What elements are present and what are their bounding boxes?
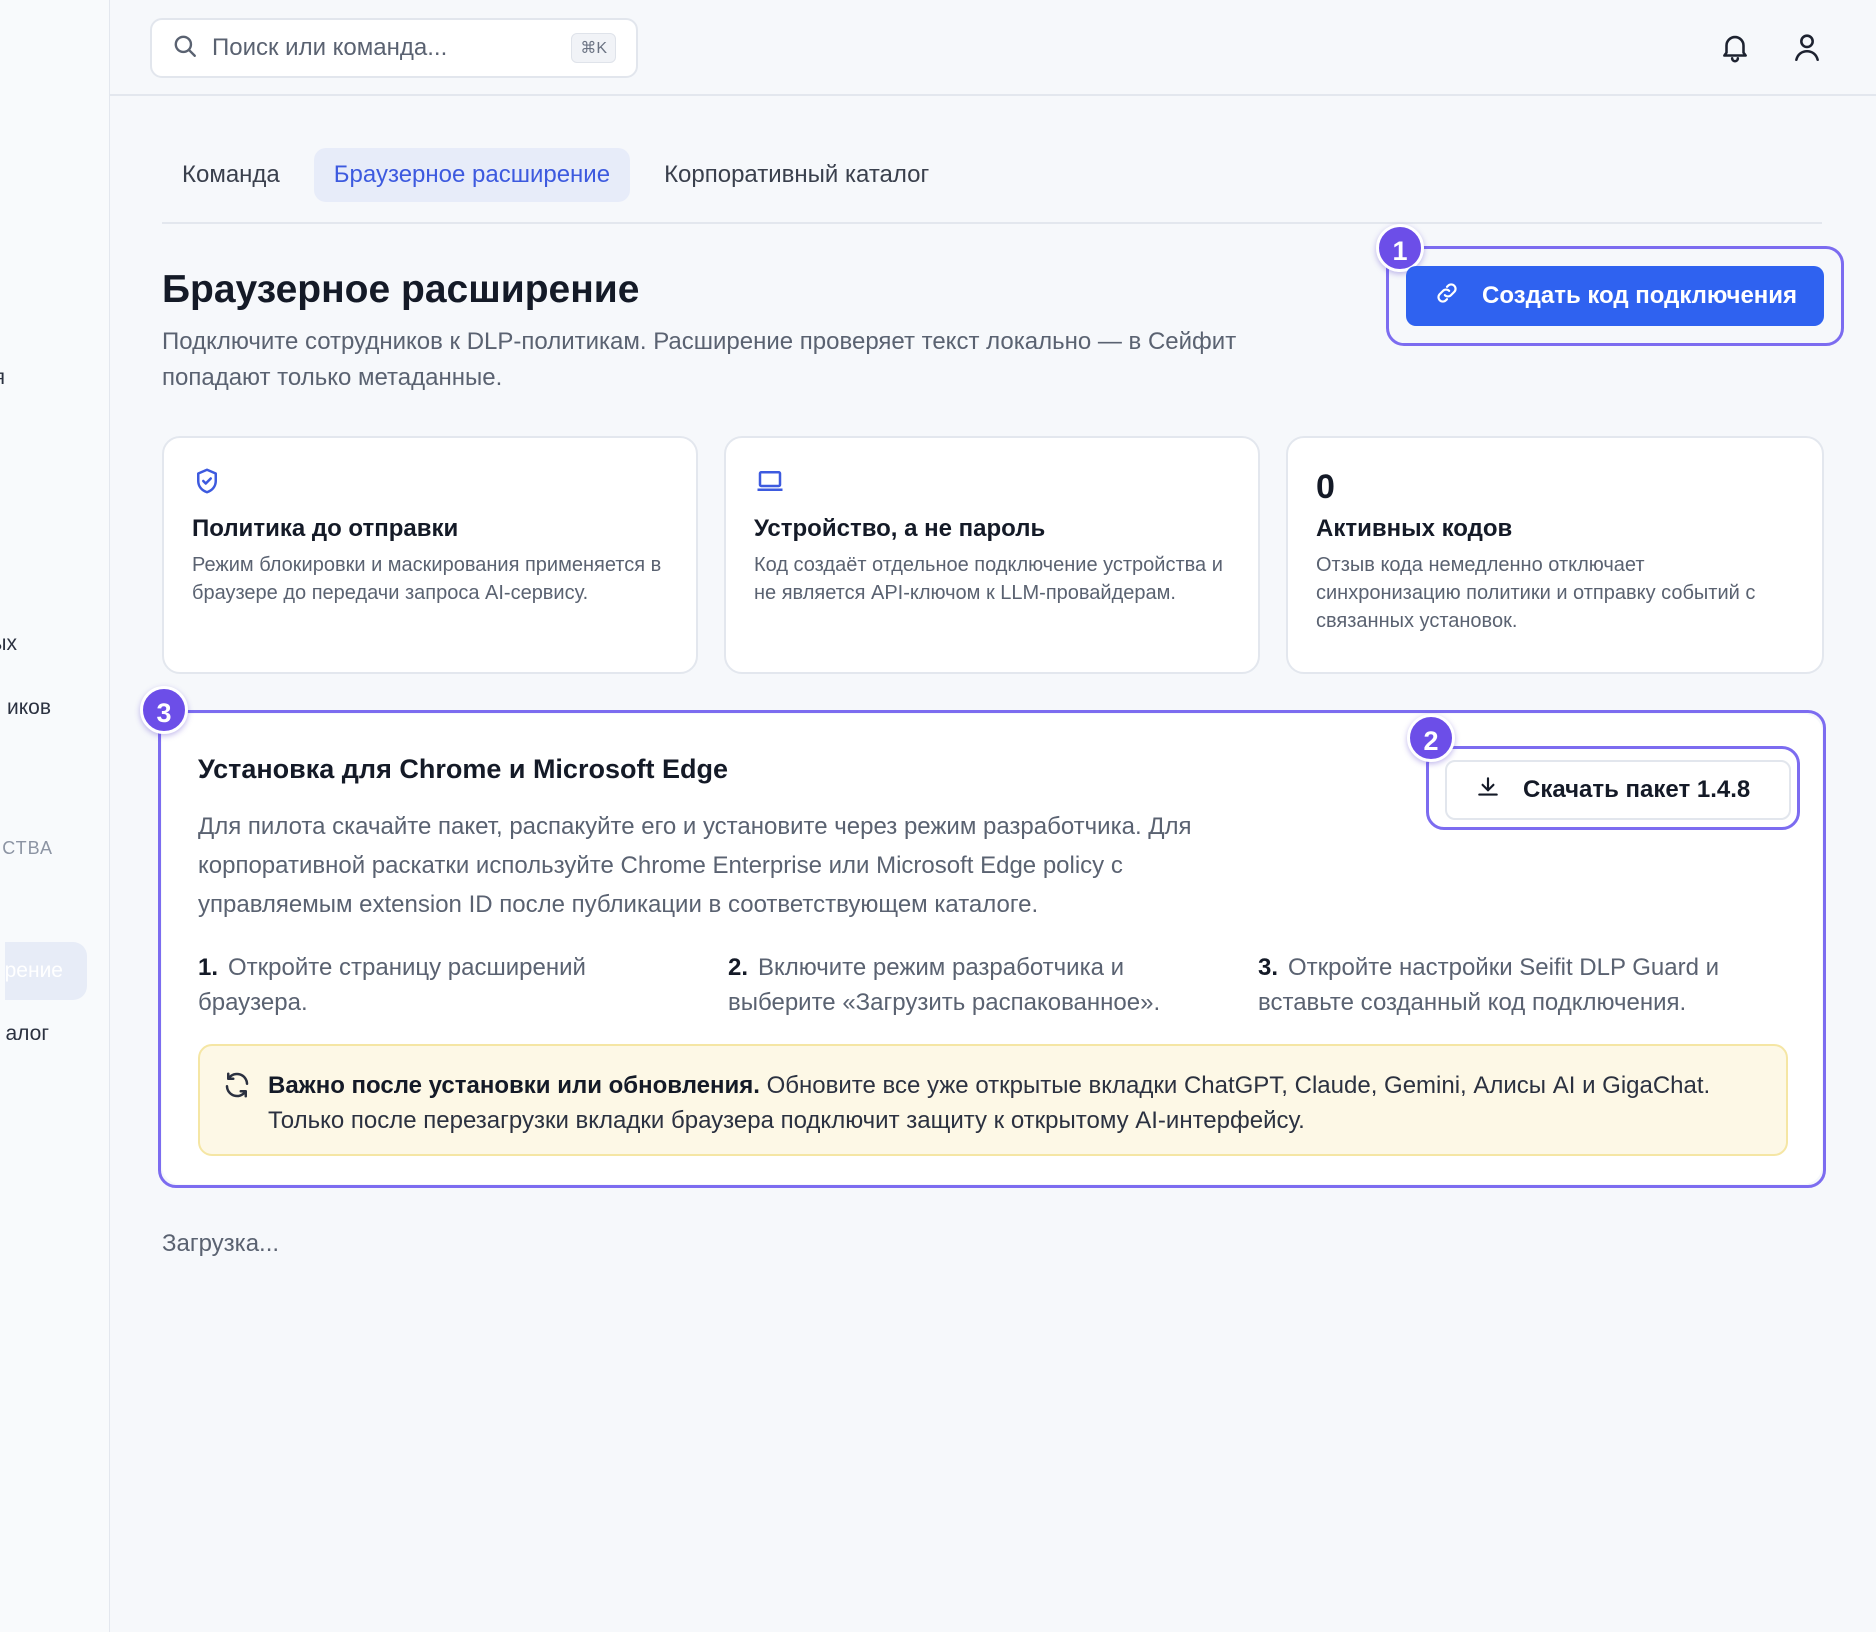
- sidebar-item-label: иков: [7, 696, 51, 719]
- active-codes-card: 0 Активных кодов Отзыв кода немедленно о…: [1286, 436, 1824, 674]
- feature-card-device: Устройство, а не пароль Код создаёт отде…: [724, 436, 1260, 674]
- sidebar-item-active[interactable]: рение: [4, 942, 87, 1000]
- bell-icon[interactable]: [1718, 30, 1752, 64]
- card-text: Отзыв кода немедленно отключает синхрони…: [1316, 554, 1756, 632]
- laptop-icon: [754, 471, 786, 500]
- search-bar[interactable]: Поиск или команда... ⌘K: [150, 18, 638, 78]
- search-icon: [172, 33, 198, 64]
- sidebar: я ых иков СТВА рение алог: [0, 0, 110, 1632]
- tab-browser-extension[interactable]: Браузерное расширение: [313, 148, 631, 202]
- sidebar-item-label: алог: [5, 1022, 49, 1045]
- sidebar-item[interactable]: я: [0, 366, 5, 390]
- user-icon[interactable]: [1790, 30, 1824, 64]
- sidebar-item-label: ых: [0, 632, 17, 655]
- sidebar-item[interactable]: ых: [0, 632, 17, 656]
- main-content: Команда Браузерное расширение Корпоратив…: [110, 96, 1876, 1632]
- page-title: Браузерное расширение: [162, 268, 640, 311]
- search-input[interactable]: Поиск или команда...: [212, 34, 571, 62]
- create-connection-code-button[interactable]: Создать код подключения: [1406, 266, 1824, 326]
- sidebar-item[interactable]: иков: [7, 696, 51, 720]
- page-subtitle: Подключите сотрудников к DLP-политикам. …: [162, 328, 1237, 391]
- create-connection-code-label: Создать код подключения: [1482, 282, 1798, 309]
- shield-check-icon: [192, 468, 222, 500]
- shortcut-hint: ⌘K: [571, 33, 616, 63]
- tab-team[interactable]: Команда: [162, 148, 300, 202]
- download-package-label: Скачать пакет 1.4.8: [1523, 776, 1751, 803]
- top-bar: Поиск или команда... ⌘K: [110, 0, 1876, 96]
- link-icon: [1434, 280, 1460, 313]
- callout-badge-3: 3: [140, 686, 188, 734]
- download-package-button[interactable]: Скачать пакет 1.4.8: [1445, 760, 1791, 820]
- tab-bar: Команда Браузерное расширение Корпоратив…: [162, 148, 1822, 224]
- download-icon: [1475, 774, 1501, 807]
- sidebar-section-label: СТВА: [2, 838, 53, 859]
- callout-badge-1: 1: [1376, 224, 1424, 272]
- sidebar-item[interactable]: алог: [5, 1022, 49, 1046]
- sidebar-section-text: СТВА: [2, 838, 53, 858]
- feature-card-policy: Политика до отправки Режим блокировки и …: [162, 436, 698, 674]
- card-text: Код создаёт отдельное подключение устрой…: [754, 554, 1223, 604]
- sidebar-item-label: я: [0, 366, 5, 389]
- sidebar-item-label: рение: [4, 959, 63, 982]
- active-codes-count: 0: [1316, 468, 1335, 506]
- card-text: Режим блокировки и маскирования применяе…: [192, 554, 662, 604]
- tab-corporate-catalog[interactable]: Корпоративный каталог: [644, 148, 949, 202]
- loading-text: Загрузка...: [162, 1230, 280, 1257]
- card-title: Устройство, а не пароль: [754, 515, 1046, 542]
- card-title: Политика до отправки: [192, 515, 459, 542]
- card-title: Активных кодов: [1316, 515, 1513, 542]
- callout-badge-2: 2: [1407, 714, 1455, 762]
